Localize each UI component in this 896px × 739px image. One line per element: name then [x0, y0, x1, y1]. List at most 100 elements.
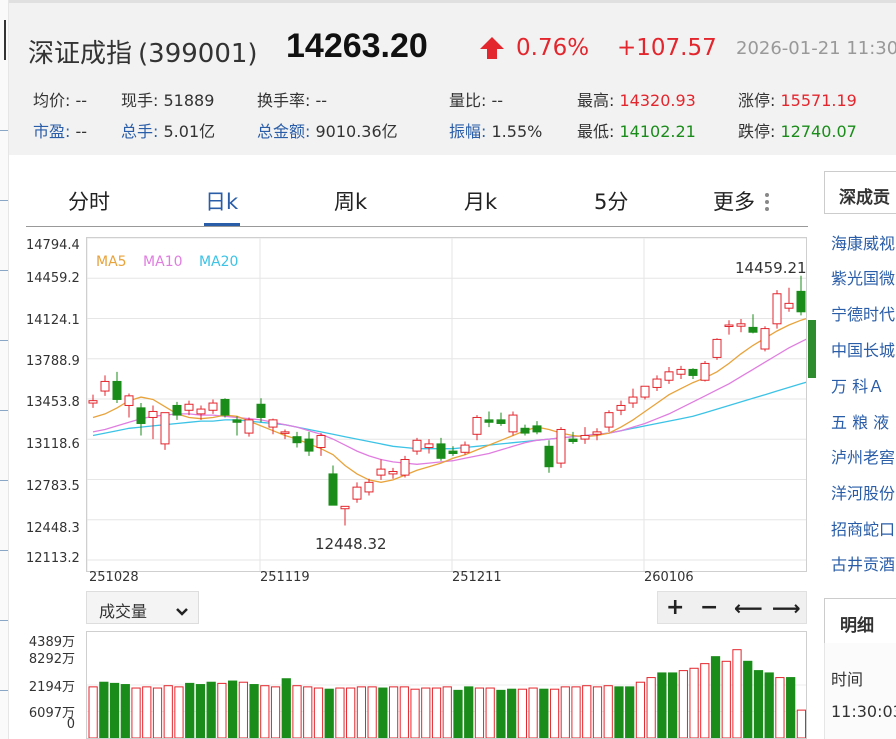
candle-up — [196, 408, 206, 415]
stat-high: 最高: 14320.93 — [577, 87, 696, 111]
volume-bar-up — [131, 687, 141, 739]
candle-up — [772, 293, 782, 325]
zoom-out-button[interactable]: − — [700, 595, 718, 620]
stat-value: 5.01亿 — [163, 122, 216, 141]
candle-up — [676, 368, 686, 375]
edge-tick — [0, 410, 8, 411]
volume-bar-up — [152, 687, 163, 739]
volume-bar-down — [667, 672, 678, 739]
stat-label: 均价: — [33, 91, 71, 110]
vertical-dots-icon[interactable] — [764, 192, 770, 216]
volume-bar-down — [195, 684, 206, 739]
contribution-tab[interactable]: 深成贡 — [824, 171, 896, 214]
candle-up — [412, 439, 422, 452]
stat-value: 12740.07 — [780, 122, 857, 141]
volume-svg — [87, 649, 807, 739]
volume-bar-up — [485, 687, 495, 739]
tab-more-label: 更多 — [713, 190, 755, 214]
candle-up — [352, 486, 362, 500]
contrib-stock-link[interactable]: 海康威视 — [831, 230, 895, 254]
candle-up — [472, 416, 482, 435]
candle-down — [532, 425, 542, 433]
volume-bar-up — [163, 685, 173, 739]
y-tick-label: 13453.8 — [26, 395, 80, 410]
stat-value: 14320.93 — [619, 91, 696, 110]
candle-up — [760, 328, 770, 350]
volume-chart[interactable] — [86, 631, 807, 739]
volume-bar-up — [238, 681, 248, 739]
stat-label: 最高: — [577, 91, 615, 110]
tab-more[interactable]: 更多 — [713, 186, 755, 216]
volume-bar-up — [174, 686, 184, 739]
volume-indicator-select[interactable]: 成交量 — [86, 591, 199, 624]
volume-bar-up — [571, 686, 581, 739]
contrib-stock-link[interactable]: 宁德时代 — [831, 301, 895, 325]
candle-down — [256, 403, 266, 418]
stat-value: -- — [75, 122, 88, 141]
candle-up — [664, 371, 674, 381]
volume-bar-down — [786, 677, 796, 739]
volume-bar-up — [217, 682, 227, 739]
legend-ma10: MA10 — [143, 254, 183, 270]
volume-bar-up — [367, 686, 377, 739]
stat-pe: 市盈: -- — [33, 118, 87, 142]
candle-up — [376, 468, 386, 476]
tab-daily-k[interactable]: 日k — [205, 186, 238, 216]
index-price: 14263.20 — [286, 27, 428, 65]
candle-up — [424, 443, 434, 448]
zoom-in-button[interactable]: + — [666, 595, 684, 620]
detail-tab-label: 明细 — [840, 616, 874, 636]
candle-down — [796, 290, 806, 313]
detail-tab[interactable]: 明细 — [824, 598, 896, 643]
volume-bar-down — [753, 670, 764, 739]
x-tick-label: 251119 — [260, 570, 310, 585]
volume-bar-down — [625, 686, 635, 739]
contrib-stock-link[interactable]: 五 粮 液 — [831, 409, 889, 433]
tab-monthly-k[interactable]: 月k — [464, 186, 497, 216]
stat-value: 14102.21 — [619, 122, 696, 141]
volume-bar-up — [549, 688, 560, 739]
candle-up — [160, 412, 170, 445]
y-tick-label: 14459.2 — [26, 271, 80, 286]
contrib-stock-link[interactable]: 紫光国微 — [831, 265, 895, 289]
candle-up — [364, 481, 374, 493]
up-arrow-icon — [479, 36, 505, 64]
volume-bar-up — [421, 687, 431, 739]
contrib-stock-link[interactable]: 古井贡酒 — [831, 551, 895, 575]
tab-intraday[interactable]: 分时 — [68, 186, 110, 216]
volume-bar-up — [388, 686, 399, 739]
contribution-tab-label: 深成贡 — [839, 188, 890, 208]
scroll-indicator[interactable] — [808, 320, 816, 378]
legend-ma5: MA5 — [96, 254, 127, 270]
volume-bar-down — [507, 688, 517, 739]
chart-legend: MA5 MA10 MA20 — [96, 254, 238, 270]
scroll-right-button[interactable]: ⟶ — [772, 596, 801, 620]
contrib-stock-link[interactable]: 万 科Ａ — [831, 373, 884, 397]
volume-select-label: 成交量 — [99, 602, 148, 621]
volume-bar-down — [249, 684, 259, 739]
candle-up — [316, 434, 326, 448]
volume-bar-up — [635, 681, 646, 739]
edge-tick — [0, 270, 8, 271]
edge-tick — [0, 550, 8, 551]
contrib-stock-link[interactable]: 洋河股份 — [831, 480, 895, 504]
candle-down — [544, 445, 554, 468]
change-absolute: +107.57 — [617, 35, 717, 61]
candle-up — [208, 402, 218, 411]
contrib-stock-link[interactable]: 泸州老窖 — [831, 444, 895, 468]
stat-current-hand: 现手: 51889 — [121, 87, 214, 111]
contrib-stock-link[interactable]: 招商蛇口 — [831, 516, 895, 540]
kline-chart[interactable] — [86, 237, 896, 572]
candle-down — [172, 404, 182, 416]
y-tick-label: 12783.5 — [26, 479, 80, 494]
candle-up — [712, 338, 722, 358]
y-tick-label: 12448.3 — [26, 521, 80, 536]
tab-5min[interactable]: 5分 — [594, 186, 628, 216]
stat-label: 涨停: — [738, 91, 776, 110]
contrib-stock-link[interactable]: 中国长城 — [831, 337, 895, 361]
volume-bar-down — [228, 680, 238, 739]
volume-bar-up — [721, 660, 731, 739]
scroll-left-button[interactable]: ⟵ — [734, 596, 763, 620]
volume-bar-up — [678, 670, 688, 739]
tab-weekly-k[interactable]: 周k — [334, 186, 367, 216]
